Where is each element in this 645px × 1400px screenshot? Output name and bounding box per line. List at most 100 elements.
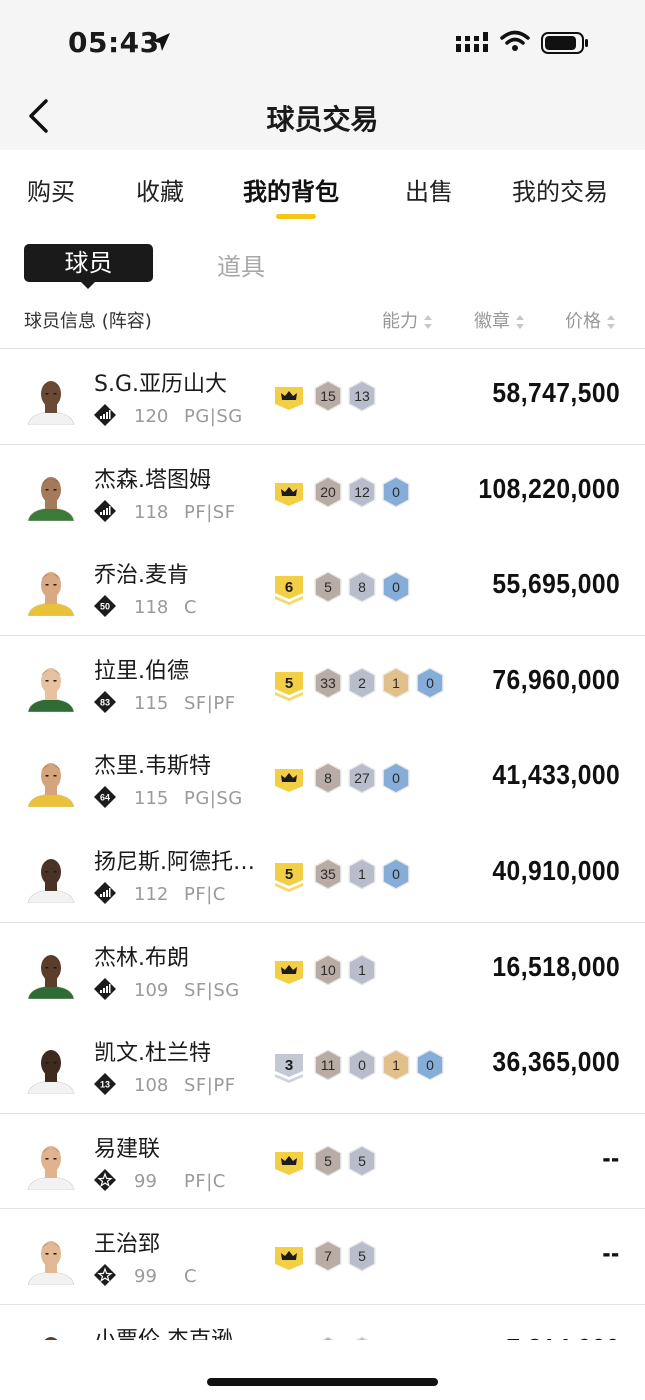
player-avatar: [24, 757, 78, 808]
player-name: 凯文.杜兰特: [94, 1041, 211, 1067]
tier-number-icon: 13: [94, 1073, 116, 1096]
player-row[interactable]: 凯文.杜兰特 13 108 SF|PF 3 11 0 1 0 36,365,000: [0, 1018, 645, 1113]
cellular-signal-icon: [456, 32, 488, 52]
player-row[interactable]: 乔治.麦肯 50 118 C 6 5 8 0 55,695,000: [0, 540, 645, 635]
badge-silver-icon: 2: [348, 666, 376, 699]
crown-level-icon: [275, 960, 303, 984]
badge-blue-icon: 0: [382, 571, 410, 604]
crown-level-icon: [275, 1247, 303, 1271]
player-rating: 118: [134, 501, 169, 523]
column-price[interactable]: 价格: [565, 307, 616, 333]
level-number-icon: 5: [275, 863, 303, 892]
player-position: PF|SF: [184, 501, 236, 523]
badge-bronze-icon: 35: [314, 858, 342, 890]
column-price-label: 价格: [565, 311, 601, 332]
badge-bronze-icon: 11: [314, 1049, 342, 1082]
badge-blue-icon: 0: [382, 475, 410, 508]
crown-level-icon: [275, 1151, 303, 1175]
svg-text:13: 13: [100, 1080, 110, 1090]
column-badge-label: 徽章: [474, 311, 510, 332]
badge-bronze-icon: 8: [314, 762, 342, 795]
tier-bars-icon: [94, 499, 116, 522]
tab-sell[interactable]: 出售: [405, 172, 453, 207]
player-price: 108,220,000: [478, 472, 620, 504]
bottom-safe-area: [0, 1340, 645, 1398]
player-rating: 115: [134, 692, 169, 714]
tier-bars-icon: [94, 977, 116, 1000]
badge-bronze-icon: 15: [314, 380, 342, 412]
player-position: PF|C: [184, 884, 226, 905]
home-indicator: [207, 1378, 438, 1386]
badge-silver-icon: 8: [348, 571, 376, 604]
player-rating: 108: [134, 1075, 169, 1097]
svg-text:6: 6: [285, 579, 293, 596]
player-row[interactable]: 拉里.伯德 83 115 SF|PF 5 33 2 1 0 76,960,000: [0, 636, 645, 731]
status-bar: 05:43: [0, 0, 645, 84]
column-player-info: 球员信息 (阵容): [24, 311, 152, 332]
player-name: 扬尼斯.阿德托…: [94, 850, 255, 875]
tier-number-icon: 50: [94, 595, 116, 618]
level-number-icon: 5: [275, 671, 303, 701]
player-avatar: [24, 661, 78, 712]
svg-text:64: 64: [100, 793, 110, 803]
player-name: 杰林.布朗: [94, 945, 189, 971]
player-name: S.G.亚历山大: [94, 372, 227, 397]
tier-bars-icon: [94, 404, 116, 426]
tab-my-trades[interactable]: 我的交易: [512, 172, 608, 207]
player-rating: 99: [134, 1170, 157, 1192]
player-avatar: [24, 1235, 78, 1286]
badge-silver-icon: 12: [348, 475, 376, 508]
player-avatar: [24, 566, 78, 617]
page-title: 球员交易: [266, 103, 379, 136]
player-row[interactable]: 扬尼斯.阿德托… 112 PF|C 5 35 1 0 40,910,000: [0, 827, 645, 922]
player-avatar: [24, 1139, 78, 1190]
player-price: 36,365,000: [492, 1046, 620, 1078]
player-row[interactable]: S.G.亚历山大 120 PG|SG 15 13 58,747,500: [0, 349, 645, 444]
tier-star-icon: [94, 1264, 116, 1287]
svg-text:5: 5: [285, 675, 293, 692]
player-position: PG|SG: [184, 406, 243, 427]
column-ability[interactable]: 能力: [382, 307, 433, 333]
player-avatar: [24, 853, 78, 903]
svg-text:50: 50: [100, 602, 110, 612]
badge-bronze-icon: 5: [314, 571, 342, 604]
player-row[interactable]: 王治郅 99 C 7 5 --: [0, 1209, 645, 1304]
badge-silver-icon: 1: [348, 953, 376, 986]
badge-blue-icon: 0: [382, 858, 410, 890]
tab-my-bag[interactable]: 我的背包: [243, 172, 339, 207]
sort-icon: [516, 315, 524, 329]
player-name: 杰里.韦斯特: [94, 754, 211, 780]
player-position: PF|C: [184, 1170, 226, 1192]
player-price: --: [602, 1141, 620, 1173]
column-ability-label: 能力: [382, 311, 418, 332]
svg-text:83: 83: [100, 697, 110, 707]
tab-buy[interactable]: 购买: [27, 172, 75, 207]
player-rating: 115: [134, 788, 169, 810]
player-row[interactable]: 杰森.塔图姆 118 PF|SF 20 12 0 108,220,000: [0, 445, 645, 540]
tier-star-icon: [94, 1168, 116, 1191]
badge-bronze-icon: 20: [314, 475, 342, 508]
player-row[interactable]: 杰林.布朗 109 SF|SG 10 1 16,518,000: [0, 923, 645, 1018]
player-rating: 112: [134, 884, 169, 905]
level-number-icon: 6: [275, 576, 303, 606]
badge-silver-icon: 0: [348, 1049, 376, 1082]
player-row[interactable]: 易建联 99 PF|C 5 5 --: [0, 1114, 645, 1209]
player-avatar: [24, 1044, 78, 1095]
active-tab-indicator: [276, 214, 316, 219]
segment-players[interactable]: 球员: [24, 244, 153, 282]
svg-text:5: 5: [285, 866, 293, 883]
badge-bronze-icon: 7: [314, 1240, 342, 1273]
player-position: C: [184, 597, 198, 619]
badge-bronze-icon: 10: [314, 953, 342, 986]
player-row[interactable]: 杰里.韦斯特 64 115 PG|SG 8 27 0 41,433,000: [0, 731, 645, 826]
badge-silver-icon: 1: [348, 858, 376, 890]
player-rating: 99: [134, 1266, 157, 1288]
tab-favorites[interactable]: 收藏: [136, 172, 184, 207]
badge-silver-icon: 5: [348, 1144, 376, 1177]
player-price: 16,518,000: [492, 950, 620, 982]
level-number-icon: 3: [275, 1054, 303, 1084]
column-badge[interactable]: 徽章: [474, 307, 525, 333]
segment-items[interactable]: 道具: [217, 247, 265, 282]
player-price: --: [602, 1237, 620, 1269]
badge-blue-icon: 0: [382, 762, 410, 795]
